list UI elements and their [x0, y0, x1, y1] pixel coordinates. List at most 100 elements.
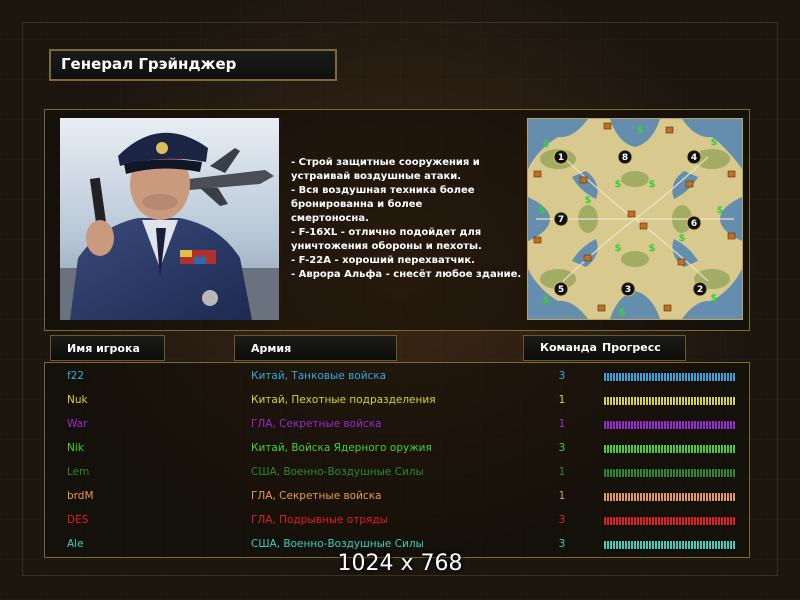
resolution-label: 1024 x 768 — [337, 551, 463, 576]
player-team: 1 — [558, 490, 566, 502]
start-position-7: 7 — [553, 211, 569, 227]
start-position-2: 2 — [692, 281, 708, 297]
svg-text:5: 5 — [558, 285, 564, 295]
dollar-sign-icon: $ — [539, 205, 546, 216]
player-team: 1 — [558, 418, 566, 430]
column-header-player-label: Имя игрока — [67, 342, 140, 355]
oil-derrick-icon — [727, 170, 736, 178]
oil-derrick-icon — [639, 222, 648, 230]
dollar-sign-icon: $ — [615, 243, 622, 254]
minimap: 1 8 4 7 6 5 3 2 $ $ $ $ $ $ $ $ $ $ $ $ … — [528, 119, 742, 319]
dollar-sign-icon: $ — [679, 233, 686, 244]
player-progress-fill — [604, 493, 735, 501]
start-position-8: 8 — [617, 149, 633, 165]
general-title-box: Генерал Грэйнджер — [49, 49, 337, 81]
player-progress-bar — [603, 420, 736, 430]
column-header-team-progress: Команда Прогресс — [523, 335, 686, 361]
oil-derrick-icon — [583, 254, 592, 262]
dollar-sign-icon: $ — [711, 293, 718, 304]
player-progress-fill — [604, 541, 735, 549]
start-position-4: 4 — [686, 149, 702, 165]
oil-derrick-icon — [533, 170, 542, 178]
player-name: Ale — [67, 538, 84, 550]
svg-text:8: 8 — [622, 153, 628, 163]
player-progress-bar — [603, 396, 736, 406]
dollar-sign-icon: $ — [615, 179, 622, 190]
player-army: США, Военно-Воздушные Силы — [251, 538, 424, 550]
oil-derrick-icon — [677, 258, 686, 266]
svg-text:4: 4 — [691, 153, 697, 163]
dollar-sign-icon: $ — [543, 295, 550, 306]
oil-derrick-icon — [579, 176, 588, 184]
player-progress-fill — [604, 445, 735, 453]
player-team: 1 — [558, 394, 566, 406]
oil-derrick-icon — [603, 122, 612, 130]
player-progress-bar — [603, 444, 736, 454]
player-progress-fill — [604, 469, 735, 477]
oil-derrick-icon — [727, 232, 736, 240]
player-army: Китай, Войска Ядерного оружия — [251, 442, 432, 454]
player-row: DES ГЛА, Подрывные отряды 3 — [45, 510, 751, 534]
dollar-sign-icon: $ — [585, 195, 592, 206]
column-header-army: Армия — [234, 335, 397, 361]
player-name: DES — [67, 514, 89, 526]
player-progress-bar — [603, 468, 736, 478]
player-progress-bar — [603, 540, 736, 550]
player-row: War ГЛА, Секретные войска 1 — [45, 414, 751, 438]
general-portrait — [60, 118, 279, 320]
player-progress-fill — [604, 517, 735, 525]
oil-derrick-icon — [597, 304, 606, 312]
dollar-sign-icon: $ — [543, 139, 550, 150]
oil-derrick-icon — [663, 304, 672, 312]
dollar-sign-icon: $ — [649, 179, 656, 190]
player-team: 3 — [558, 370, 566, 382]
player-name: f22 — [67, 370, 85, 382]
player-army: Китай, Танковые войска — [251, 370, 387, 382]
dollar-sign-icon: $ — [711, 137, 718, 148]
start-position-3: 3 — [620, 281, 636, 297]
player-team: 3 — [558, 538, 566, 550]
column-header-team-label: Команда — [540, 341, 597, 354]
player-team: 3 — [558, 442, 566, 454]
player-row: brdM ГЛА, Секретные войска 1 — [45, 486, 751, 510]
dollar-sign-icon: $ — [717, 205, 724, 216]
player-army: ГЛА, Секретные войска — [251, 490, 382, 502]
player-name: brdM — [67, 490, 94, 502]
column-header-army-label: Армия — [251, 342, 292, 355]
player-army: Китай, Пехотные подразделения — [251, 394, 436, 406]
column-header-progress-label: Прогресс — [602, 341, 661, 354]
player-progress-fill — [604, 397, 735, 405]
svg-text:2: 2 — [697, 285, 703, 295]
svg-text:1: 1 — [558, 153, 564, 163]
player-army: США, Военно-Воздушные Силы — [251, 466, 424, 478]
player-army: ГЛА, Секретные войска — [251, 418, 382, 430]
player-list: f22 Китай, Танковые войска 3 Nuk Китай, Пехо… — [44, 362, 750, 558]
svg-text:7: 7 — [558, 215, 564, 225]
player-progress-bar — [603, 516, 736, 526]
player-progress-fill — [604, 373, 735, 381]
general-briefing: - Строй защитные сооружения и устраивай … — [291, 157, 522, 280]
general-portrait-image — [60, 118, 279, 320]
player-army: ГЛА, Подрывные отряды — [251, 514, 388, 526]
oil-derrick-icon — [533, 236, 542, 244]
dollar-sign-icon: $ — [649, 243, 656, 254]
map-preview: 1 8 4 7 6 5 3 2 $ $ $ $ $ $ $ $ $ $ $ $ … — [527, 118, 743, 320]
player-row: f22 Китай, Танковые войска 3 — [45, 366, 751, 390]
player-row: Lem США, Военно-Воздушные Силы 1 — [45, 462, 751, 486]
dollar-sign-icon: $ — [637, 125, 644, 136]
dollar-sign-icon: $ — [619, 307, 626, 318]
svg-text:3: 3 — [625, 285, 631, 295]
general-name: Генерал Грэйнджер — [61, 55, 237, 73]
player-row: Nuk Китай, Пехотные подразделения 1 — [45, 390, 751, 414]
start-position-1: 1 — [553, 149, 569, 165]
oil-derrick-icon — [627, 210, 636, 218]
player-name: Lem — [67, 466, 90, 478]
player-progress-bar — [603, 492, 736, 502]
player-name: War — [67, 418, 88, 430]
svg-text:6: 6 — [691, 219, 697, 229]
player-progress-fill — [604, 421, 735, 429]
oil-derrick-icon — [685, 180, 694, 188]
column-header-player: Имя игрока — [50, 335, 165, 361]
start-position-5: 5 — [553, 281, 569, 297]
player-name: Nuk — [67, 394, 88, 406]
